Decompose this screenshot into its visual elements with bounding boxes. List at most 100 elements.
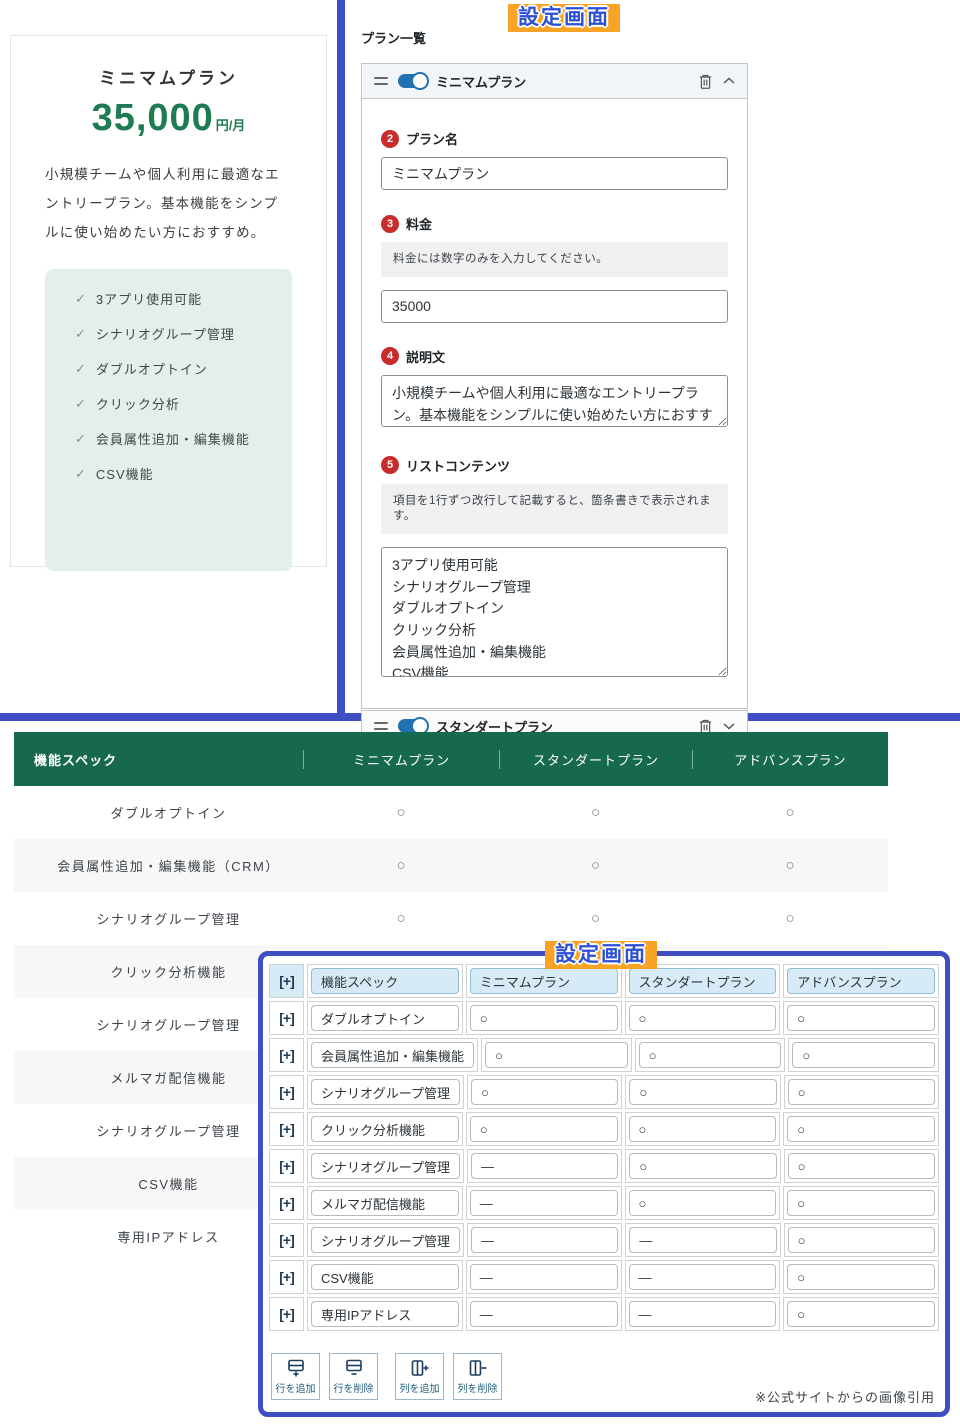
value-input[interactable]: ○ xyxy=(471,1079,618,1105)
feature-item-label: クリック分析 xyxy=(96,394,180,413)
cell-handle-icon[interactable]: [+] xyxy=(269,1075,304,1109)
feature-item: ✓クリック分析 xyxy=(75,394,278,413)
plan-panel-body: 2 プラン名 3 料金 料金には数字のみを入力してください。 4 xyxy=(362,99,747,708)
feature-table-header: 機能スペック ミニマムプラン スタンダートプラン アドバンスプラン xyxy=(14,732,888,786)
plan-panel: ミニマムプラン 2 xyxy=(361,63,748,709)
feature-item: ✓ダブルオプトイン xyxy=(75,359,278,378)
cell-handle-icon[interactable]: [+] xyxy=(269,1186,304,1220)
feature-name-input[interactable]: 専用IPアドレス xyxy=(311,1301,459,1327)
plan-name-input[interactable] xyxy=(381,157,728,190)
cell-handle-icon[interactable]: [+] xyxy=(269,1223,304,1257)
cell-handle-icon[interactable]: [+] xyxy=(269,1149,304,1183)
value-input[interactable]: ○ xyxy=(787,1301,935,1327)
value-input[interactable]: — xyxy=(470,1190,618,1216)
delete-column-button[interactable]: 列を削除 xyxy=(453,1353,502,1400)
price-unit: 円/月 xyxy=(216,118,246,133)
feature-name-input[interactable]: メルマガ配信機能 xyxy=(311,1190,459,1216)
pricing-card: ミニマムプラン 35,000円/月 小規模チームや個人利用に最適なエントリープラ… xyxy=(10,35,327,567)
price-value: 35,000 xyxy=(92,97,214,139)
editor-header-row: [+] 機能スペック ミニマムプラン スタンダートプラン アドバンスプラン xyxy=(269,964,939,998)
column-header-input[interactable]: アドバンスプラン xyxy=(787,968,935,994)
value-input[interactable]: ○ xyxy=(787,1005,935,1031)
column-header-input[interactable]: スタンダートプラン xyxy=(629,968,777,994)
value-input[interactable]: ○ xyxy=(788,1227,935,1253)
check-icon: ✓ xyxy=(75,326,87,342)
step-badge: 4 xyxy=(381,347,399,365)
editor-row: [+] 専用IPアドレス — — ○ xyxy=(269,1297,939,1331)
editor-row: [+] 会員属性追加・編集機能 ○ ○ ○ xyxy=(269,1038,939,1072)
feature-name-input[interactable]: ダブルオプトイン xyxy=(311,1005,459,1031)
column-header-input[interactable]: ミニマムプラン xyxy=(470,968,618,994)
feature-name-input[interactable]: クリック分析機能 xyxy=(311,1116,459,1142)
drag-handle-icon[interactable] xyxy=(374,77,388,85)
feature-name-input[interactable]: CSV機能 xyxy=(311,1264,459,1290)
cell-handle-icon[interactable]: [+] xyxy=(269,1112,304,1146)
feature-item-label: 3アプリ使用可能 xyxy=(96,289,202,308)
cell-handle-icon[interactable]: [+] xyxy=(269,1038,304,1072)
value-input[interactable]: ○ xyxy=(629,1005,777,1031)
table-editor-overlay: [+] 機能スペック ミニマムプラン スタンダートプラン アドバンスプラン [+… xyxy=(258,951,950,1417)
value-input[interactable]: ○ xyxy=(787,1264,935,1290)
feature-name-input[interactable]: 会員属性追加・編集機能 xyxy=(311,1042,474,1068)
delete-row-button[interactable]: 行を削除 xyxy=(329,1353,378,1400)
step-badge: 2 xyxy=(381,130,399,148)
cell-handle-icon[interactable]: [+] xyxy=(269,1297,304,1331)
value-input[interactable]: ○ xyxy=(787,1190,935,1216)
delete-row-icon xyxy=(344,1358,364,1378)
column-header-input[interactable]: 機能スペック xyxy=(311,968,459,994)
value-input[interactable]: ○ xyxy=(470,1116,618,1142)
cell-handle-icon[interactable]: [+] xyxy=(269,1260,304,1294)
editor-row: [+] ダブルオプトイン ○ ○ ○ xyxy=(269,1001,939,1035)
feature-name-input[interactable]: シナリオグループ管理 xyxy=(311,1153,460,1179)
add-column-button[interactable]: 列を追加 xyxy=(395,1353,444,1400)
feature-cell: ダブルオプトイン xyxy=(14,803,303,822)
value-input[interactable]: — xyxy=(471,1153,618,1179)
value-cell: ○ xyxy=(499,804,692,821)
feature-item: ✓会員属性追加・編集機能 xyxy=(75,429,278,448)
value-input[interactable]: ○ xyxy=(787,1116,935,1142)
cell-handle-icon[interactable]: [+] xyxy=(269,1001,304,1035)
price-input[interactable] xyxy=(381,290,728,323)
feature-cell: シナリオグループ管理 xyxy=(14,909,303,928)
value-input[interactable]: — xyxy=(471,1227,618,1253)
value-cell: ○ xyxy=(303,910,499,927)
step-badge: 3 xyxy=(381,215,399,233)
value-input[interactable]: ○ xyxy=(470,1005,618,1031)
value-input[interactable]: ○ xyxy=(629,1079,776,1105)
add-row-button[interactable]: 行を追加 xyxy=(271,1353,320,1400)
value-input[interactable]: ○ xyxy=(629,1153,776,1179)
plan-description: 小規模チームや個人利用に最適なエントリープラン。基本機能をシンプルに使い始めたい… xyxy=(45,160,292,247)
value-input[interactable]: ○ xyxy=(788,1079,935,1105)
description-textarea[interactable]: 小規模チームや個人利用に最適なエントリープラン。基本機能をシンプルに使い始めたい… xyxy=(381,375,728,427)
plan-panel-header[interactable]: ミニマムプラン xyxy=(362,64,747,99)
value-input[interactable]: — xyxy=(470,1264,618,1290)
value-input[interactable]: ○ xyxy=(639,1042,782,1068)
table-row: シナリオグループ管理 ○ ○ ○ xyxy=(14,892,888,945)
value-input[interactable]: — xyxy=(629,1227,776,1253)
feature-cell: 会員属性追加・編集機能（CRM） xyxy=(14,856,303,875)
trash-icon[interactable] xyxy=(698,73,713,90)
plan-title: ミニマムプラン xyxy=(11,64,326,89)
value-input[interactable]: — xyxy=(629,1301,777,1327)
field-label: 料金 xyxy=(406,214,432,233)
feature-name-input[interactable]: シナリオグループ管理 xyxy=(311,1079,460,1105)
chevron-up-icon[interactable] xyxy=(723,77,735,85)
value-input[interactable]: ○ xyxy=(629,1116,777,1142)
vertical-divider xyxy=(337,0,345,713)
value-input[interactable]: ○ xyxy=(485,1042,628,1068)
value-input[interactable]: ○ xyxy=(629,1190,777,1216)
value-input[interactable]: — xyxy=(470,1301,618,1327)
value-input[interactable]: ○ xyxy=(792,1042,935,1068)
settings-screen-label-bottom: 設定画面 xyxy=(545,941,657,969)
value-input[interactable]: ○ xyxy=(788,1153,935,1179)
drag-handle-icon[interactable] xyxy=(374,722,388,730)
feature-item: ✓シナリオグループ管理 xyxy=(75,324,278,343)
plan-price: 35,000円/月 xyxy=(11,97,326,140)
list-content-textarea[interactable]: 3アプリ使用可能 シナリオグループ管理 ダブルオプトイン クリック分析 会員属性… xyxy=(381,547,728,677)
plan-enabled-toggle[interactable] xyxy=(398,74,426,88)
feature-name-input[interactable]: シナリオグループ管理 xyxy=(311,1227,460,1253)
cell-handle-icon[interactable]: [+] xyxy=(269,964,304,998)
chevron-down-icon[interactable] xyxy=(723,722,735,730)
value-input[interactable]: — xyxy=(629,1264,777,1290)
header-cell: 機能スペック xyxy=(14,750,303,769)
